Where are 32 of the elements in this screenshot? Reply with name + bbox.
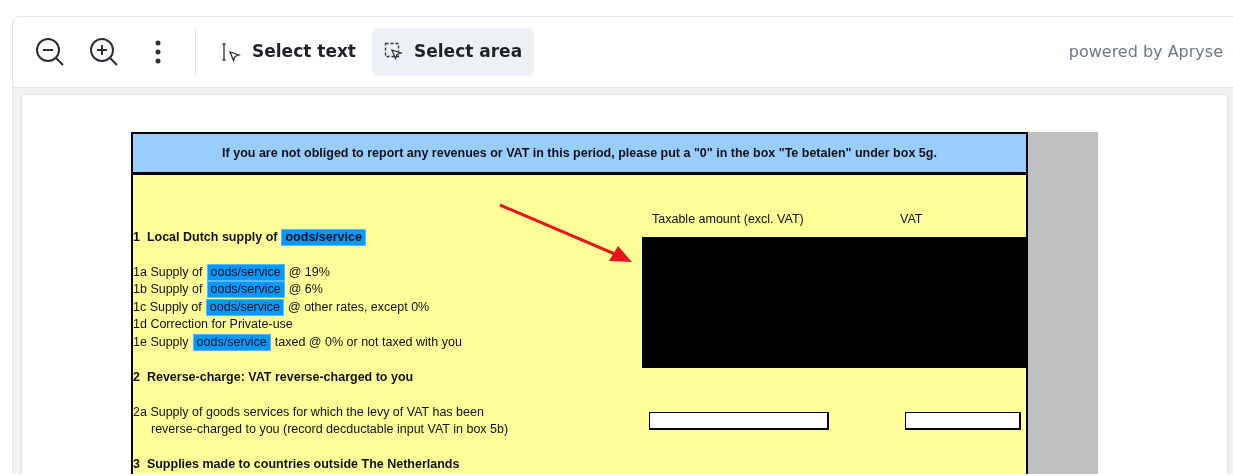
column-header: Taxable amount (excl. VAT) (651, 211, 805, 228)
form-line: 2a Supply of goods services for which the levy of VAT has been (133, 403, 485, 421)
highlighted-text: oods/service (206, 281, 285, 298)
form-text: 1d Correction for Private-use (133, 317, 293, 331)
form-text: @ 19% (288, 264, 330, 279)
form-text: @ 6% (288, 282, 323, 296)
tool-button[interactable]: Select text (210, 28, 368, 76)
highlighted-text: oods/service (192, 333, 271, 351)
zoom-in-icon (89, 37, 119, 67)
more-icon (155, 40, 161, 64)
highlighted-text: oods/service (205, 298, 284, 316)
tool-button[interactable]: Select area (372, 28, 535, 76)
column-header: VAT (899, 211, 924, 228)
section-heading: 2 Reverse-charge: VAT reverse-charged to you (133, 369, 414, 384)
form-text: 1e Supply (133, 334, 189, 349)
text-cursor-icon (222, 42, 242, 62)
highlighted-text: oods/service (206, 263, 285, 281)
vat-field[interactable] (905, 411, 1021, 430)
zoom-out-icon (35, 37, 65, 67)
highlighted-text: oods/service (281, 228, 366, 246)
form-text: @ other rates, except 0% (288, 299, 430, 314)
form-line: reverse-charged to you (record decductable input VAT in box 5b) (150, 421, 510, 438)
form-text: taxed @ 0% or not taxed with you (274, 334, 462, 349)
area-select-icon (384, 42, 404, 62)
section-heading: 1 Local Dutch supply of (133, 229, 278, 244)
form-text: 1c Supply of (133, 299, 202, 314)
branding-text: powered by Apryse (1068, 41, 1223, 63)
section-heading: 3 Supplies made to countries outside The Netherlands (133, 457, 460, 471)
form-text: 1a Supply of (133, 264, 203, 279)
amount-field[interactable] (649, 411, 829, 430)
form-text: 1b Supply of (133, 282, 203, 296)
notice-banner: If you are not obliged to report any revenues or VAT in this period, please put a "0" in the box "Te betalen" under box 5g. (133, 134, 1026, 175)
